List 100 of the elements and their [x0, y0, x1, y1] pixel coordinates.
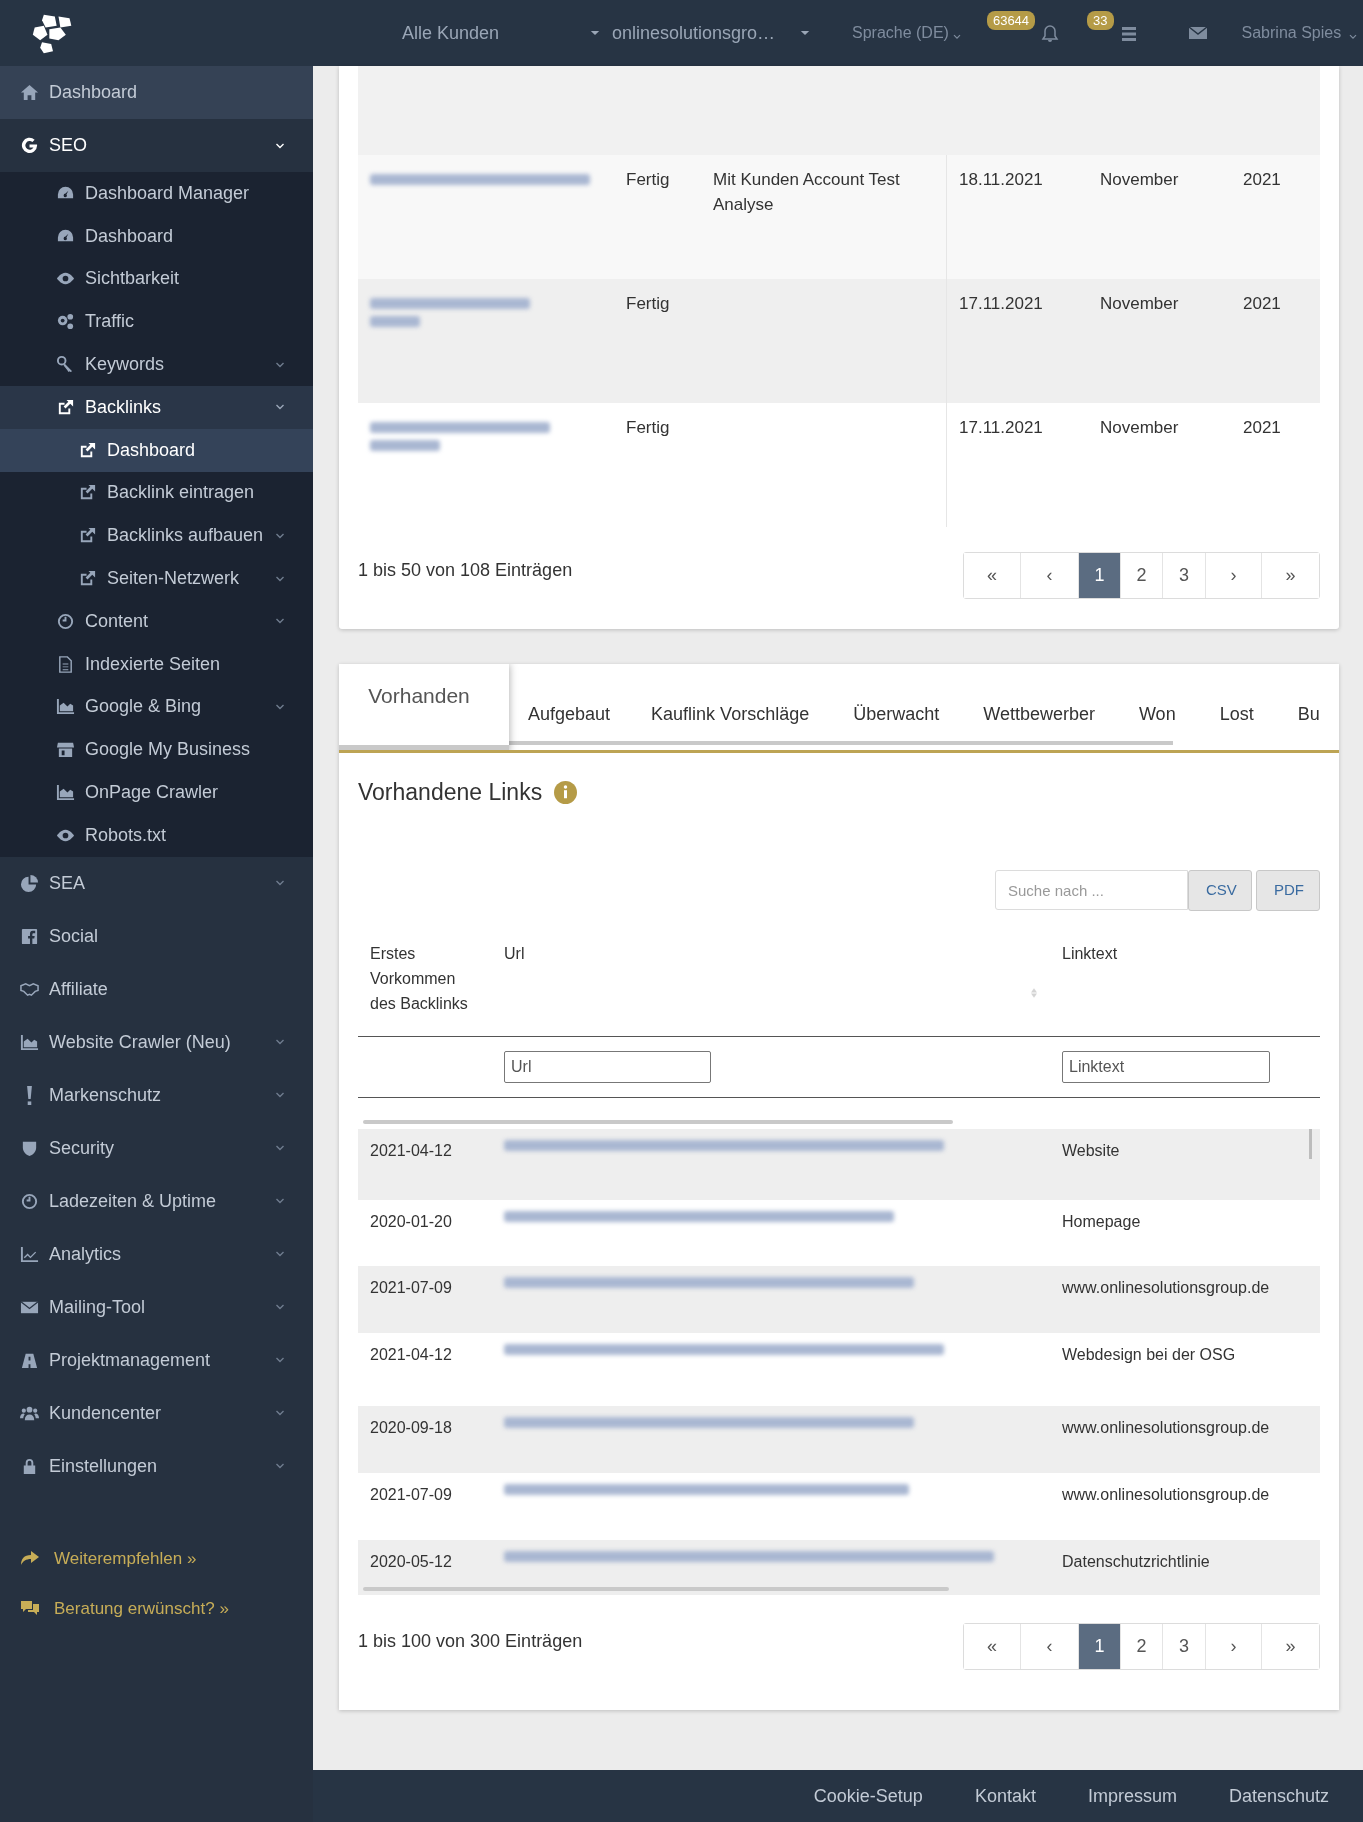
home-icon: [20, 83, 39, 102]
table-cell: November: [1100, 294, 1179, 313]
page-button[interactable]: 1: [1078, 1623, 1120, 1669]
sidebar-item[interactable]: Analytics: [0, 1227, 313, 1281]
table-cell: 17.11.2021: [959, 418, 1043, 437]
tab[interactable]: Vorhanden: [339, 664, 509, 750]
tab[interactable]: Kauflink Vorschläge: [629, 676, 832, 746]
area-chart-icon: [56, 783, 75, 803]
table-cell: 2021-07-09: [370, 1278, 452, 1296]
table-cell: 2021-04-12: [370, 1345, 452, 1363]
table-cell: 2021: [1243, 170, 1281, 189]
promo-link[interactable]: Beratung erwünscht? »: [0, 1592, 313, 1624]
sidebar-item[interactable]: Dashboard Manager: [0, 172, 313, 215]
footer-link[interactable]: Datenschutz: [1228, 1782, 1329, 1810]
sidebar-item[interactable]: Indexierte Seiten: [0, 642, 313, 686]
line-chart-icon: [20, 1244, 39, 1264]
sidebar-item[interactable]: Google My Business: [0, 728, 313, 772]
sidebar-item[interactable]: Social: [0, 909, 313, 963]
footer-link[interactable]: Impressum: [1087, 1782, 1177, 1810]
sidebar-item[interactable]: Backlinks: [0, 386, 313, 429]
area-chart-icon: [56, 697, 75, 717]
filter-field[interactable]: Linktext: [1062, 1050, 1270, 1083]
sidebar-item[interactable]: Security: [0, 1121, 313, 1175]
count-badge: 33: [1087, 11, 1114, 30]
blurred-text: [370, 440, 440, 451]
tab[interactable]: Lost: [1197, 676, 1276, 746]
table-cell: 2021-07-09: [370, 1485, 452, 1503]
entries-summary: 1 bis 50 von 108 Einträgen: [358, 559, 573, 582]
sidebar-item[interactable]: Backlink eintragen: [0, 471, 313, 515]
tab[interactable]: Überwacht: [831, 676, 962, 746]
scrollbar[interactable]: [1309, 1128, 1312, 1159]
sidebar-item[interactable]: Backlinks aufbauen: [0, 514, 313, 558]
area-chart-icon: [20, 1032, 39, 1052]
bell-icon: [1040, 24, 1061, 44]
entries-summary: 1 bis 100 von 300 Einträgen: [358, 1629, 583, 1653]
sidebar-item[interactable]: OnPage Crawler: [0, 771, 313, 814]
sidebar-item[interactable]: Dashboard: [0, 66, 313, 119]
key-icon: [56, 355, 75, 375]
sidebar-item[interactable]: Sichtbarkeit: [0, 257, 313, 301]
customer-select[interactable]: Alle Kunden: [402, 19, 602, 47]
tab[interactable]: Won: [1116, 676, 1198, 746]
sidebar-item[interactable]: Dashboard: [0, 214, 313, 258]
column-header[interactable]: Url: [504, 944, 525, 962]
table-cell: Datenschutzrichtlinie: [1062, 1552, 1210, 1570]
sidebar-item[interactable]: Markenschutz: [0, 1068, 313, 1122]
sidebar-item[interactable]: Mailing-Tool: [0, 1280, 313, 1334]
sidebar-item[interactable]: SEO: [0, 119, 313, 172]
google-icon: [20, 136, 39, 155]
sidebar-item[interactable]: Affiliate: [0, 962, 313, 1016]
sidebar-item[interactable]: Seiten-Netzwerk: [0, 557, 313, 600]
sidebar-item[interactable]: Keywords: [0, 343, 313, 386]
info-icon: [554, 780, 578, 804]
tab[interactable]: Aufgebaut: [509, 676, 630, 746]
gears-icon: [56, 312, 75, 332]
promo-link[interactable]: Weiterempfehlen »: [0, 1542, 313, 1574]
scrollbar[interactable]: [363, 1119, 953, 1124]
table-cell: Fertig: [626, 418, 670, 437]
sidebar-item[interactable]: Website Crawler (Neu): [0, 1015, 313, 1069]
search-field[interactable]: Suche nach ...: [995, 870, 1188, 910]
table-cell: 2020-01-20: [370, 1212, 452, 1230]
sidebar-item[interactable]: Kundencenter: [0, 1386, 313, 1440]
page-button[interactable]: 1: [1078, 553, 1120, 598]
footer-link[interactable]: Kontakt: [974, 1782, 1036, 1810]
table-cell: November: [1100, 170, 1179, 189]
table-cell: www.onlinesolutionsgroup.de: [1062, 1278, 1270, 1296]
external-link-icon: [56, 397, 75, 417]
store-icon: [56, 740, 75, 760]
sidebar-item[interactable]: Ladezeiten & Uptime: [0, 1174, 313, 1228]
sidebar-item[interactable]: Einstellungen: [0, 1439, 313, 1493]
export-button[interactable]: PDF: [1256, 869, 1320, 911]
sidebar-item[interactable]: Traffic: [0, 300, 313, 344]
tab[interactable]: Wettbewerber: [961, 676, 1117, 746]
language-select[interactable]: Sprache (DE): [852, 21, 963, 45]
blurred-text: [370, 316, 420, 327]
table-cell: 2020-05-12: [370, 1552, 452, 1570]
sidebar-item[interactable]: Projektmanagement: [0, 1333, 313, 1387]
table-cell: Mit Kunden Account Test Analyse: [713, 170, 900, 214]
clock-icon: [20, 1191, 39, 1211]
table-cell: 2020-09-18: [370, 1418, 452, 1436]
footer-link[interactable]: Cookie-Setup: [813, 1782, 923, 1810]
filter-field[interactable]: Url: [504, 1050, 711, 1083]
clock-icon: [56, 611, 75, 631]
table-cell: Fertig: [626, 294, 670, 313]
table-cell: Fertig: [626, 170, 670, 189]
project-select[interactable]: onlinesolutionsgro…: [612, 19, 812, 47]
page-button[interactable]: »: [1261, 553, 1319, 598]
scrollbar[interactable]: [363, 1586, 949, 1591]
tab[interactable]: Bu: [1275, 676, 1339, 746]
exclamation-icon: [27, 1085, 32, 1105]
count-badge: 63644: [986, 11, 1036, 30]
table-cell: 2021: [1243, 418, 1281, 437]
user-menu[interactable]: Sabrina Spies: [1241, 21, 1360, 45]
column-header: Linktext: [1062, 944, 1118, 962]
sidebar-item[interactable]: SEA: [0, 856, 313, 910]
sidebar-item[interactable]: Content: [0, 599, 313, 643]
page-button[interactable]: »: [1261, 1623, 1319, 1669]
sidebar-item[interactable]: Robots.txt: [0, 813, 313, 857]
sidebar-item[interactable]: Dashboard: [0, 428, 313, 472]
export-button[interactable]: CSV: [1188, 869, 1252, 911]
sidebar-item[interactable]: Google & Bing: [0, 685, 313, 729]
